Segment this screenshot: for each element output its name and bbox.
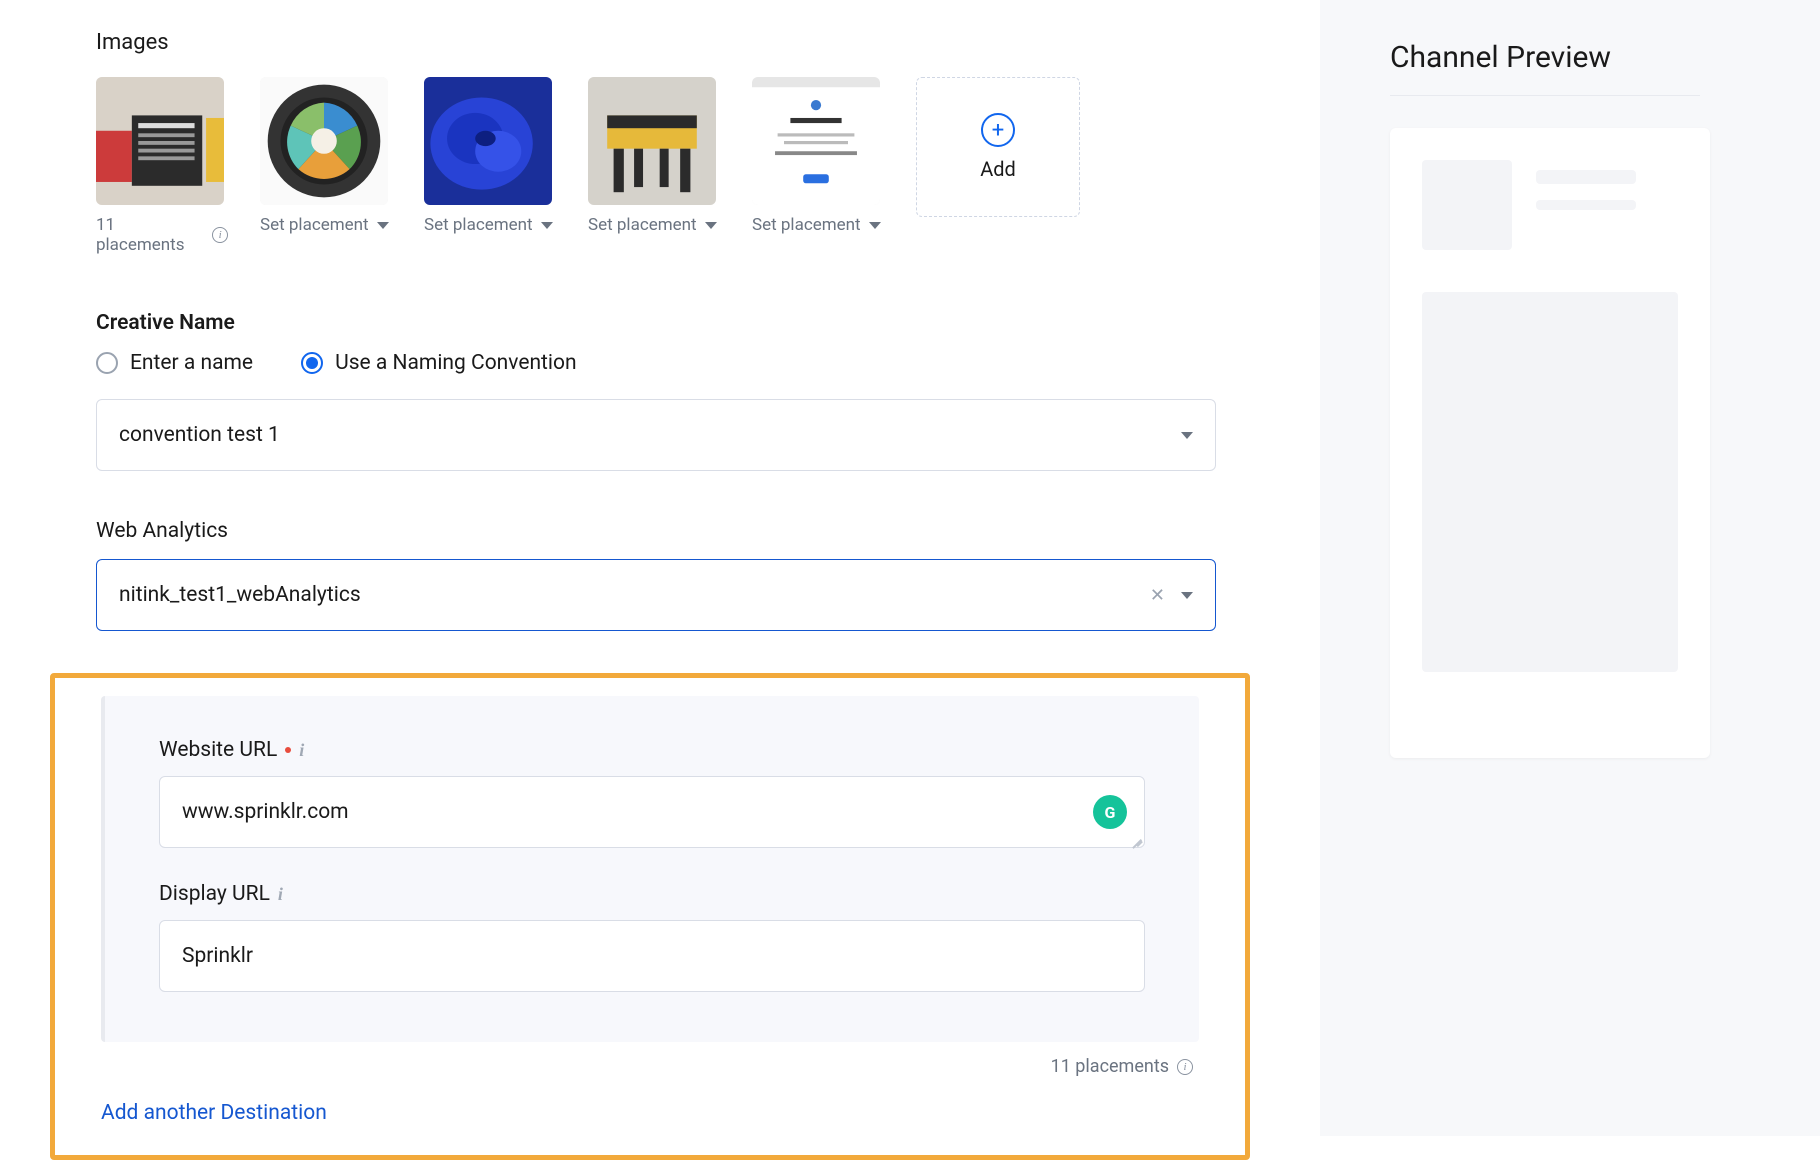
add-label: Add: [980, 157, 1016, 181]
skeleton-body: [1422, 292, 1678, 672]
robot-image: [588, 77, 716, 205]
radio-naming-convention[interactable]: Use a Naming Convention: [301, 351, 577, 375]
chevron-down-icon: [541, 222, 553, 229]
radio-icon-checked: [301, 352, 323, 374]
website-url-input-wrap: G: [159, 776, 1145, 848]
image-thumbnail[interactable]: [260, 77, 388, 205]
destination-panel: Website URL i G Display URL i: [101, 696, 1199, 1042]
destination-highlight-panel: Website URL i G Display URL i 11 placeme…: [50, 673, 1250, 1160]
chevron-down-icon: [705, 222, 717, 229]
resize-handle[interactable]: [1131, 834, 1143, 846]
placements-caption: 11 placements: [96, 215, 228, 255]
skeleton-avatar: [1422, 160, 1512, 250]
image-thumbnail[interactable]: [96, 77, 224, 205]
image-item-4: Set placement: [588, 77, 720, 255]
skeleton-line: [1536, 200, 1636, 210]
caption-text: 11 placements: [96, 215, 206, 255]
set-placement-dropdown[interactable]: Set placement: [588, 215, 720, 235]
display-url-input[interactable]: [159, 920, 1145, 992]
image-thumbnail[interactable]: [424, 77, 552, 205]
select-value: convention test 1: [119, 423, 280, 447]
set-placement-dropdown[interactable]: Set placement: [260, 215, 392, 235]
chevron-down-icon: [1181, 592, 1193, 599]
radio-enter-name[interactable]: Enter a name: [96, 351, 253, 375]
creative-name-radio-group: Enter a name Use a Naming Convention: [96, 351, 1320, 375]
image-item-3: Set placement: [424, 77, 556, 255]
add-destination-link[interactable]: Add another Destination: [101, 1101, 327, 1125]
info-icon[interactable]: [212, 227, 228, 243]
web-analytics-label: Web Analytics: [96, 519, 1320, 543]
images-row: 11 placements Set place: [96, 77, 1320, 255]
info-icon[interactable]: i: [278, 884, 283, 905]
image-thumbnail[interactable]: [752, 77, 880, 205]
radio-icon: [96, 352, 118, 374]
image-thumbnail[interactable]: [588, 77, 716, 205]
display-url-input-wrap: [159, 920, 1145, 992]
set-placement-dropdown[interactable]: Set placement: [752, 215, 884, 235]
wheel-image: [260, 77, 388, 205]
caption-text: Set placement: [260, 215, 369, 235]
channel-preview-sidebar: Channel Preview: [1320, 0, 1820, 1136]
info-icon[interactable]: [1177, 1059, 1193, 1075]
channel-preview-title: Channel Preview: [1390, 40, 1700, 96]
placements-count: 11 placements: [101, 1056, 1193, 1077]
caption-text: Set placement: [424, 215, 533, 235]
grammarly-icon[interactable]: G: [1093, 795, 1127, 829]
chevron-down-icon: [377, 222, 389, 229]
select-value: nitink_test1_webAnalytics: [119, 583, 361, 607]
storefront-image: [96, 77, 224, 205]
add-image-button[interactable]: + Add: [916, 77, 1080, 217]
chevron-down-icon: [869, 222, 881, 229]
chevron-down-icon: [1181, 432, 1193, 439]
images-heading: Images: [96, 30, 1320, 55]
image-item-1: 11 placements: [96, 77, 228, 255]
required-indicator: [285, 747, 291, 753]
display-url-label: Display URL i: [159, 882, 1145, 906]
info-icon[interactable]: i: [299, 740, 304, 761]
preview-card: [1390, 128, 1710, 758]
caption-text: Set placement: [752, 215, 861, 235]
creative-name-label: Creative Name: [96, 311, 1320, 335]
clear-icon[interactable]: ✕: [1150, 585, 1165, 606]
image-item-5: Set placement: [752, 77, 884, 255]
set-placement-dropdown[interactable]: Set placement: [424, 215, 556, 235]
caption-text: Set placement: [588, 215, 697, 235]
website-url-input[interactable]: [159, 776, 1145, 848]
flower-image: [424, 77, 552, 205]
plus-circle-icon: +: [981, 113, 1015, 147]
radio-label: Use a Naming Convention: [335, 351, 577, 375]
website-url-label: Website URL i: [159, 738, 1145, 762]
radio-label: Enter a name: [130, 351, 253, 375]
convention-select[interactable]: convention test 1: [96, 399, 1216, 471]
image-item-2: Set placement: [260, 77, 392, 255]
skeleton-line: [1536, 170, 1636, 184]
webpage-image: [752, 77, 880, 205]
web-analytics-select[interactable]: nitink_test1_webAnalytics ✕: [96, 559, 1216, 631]
